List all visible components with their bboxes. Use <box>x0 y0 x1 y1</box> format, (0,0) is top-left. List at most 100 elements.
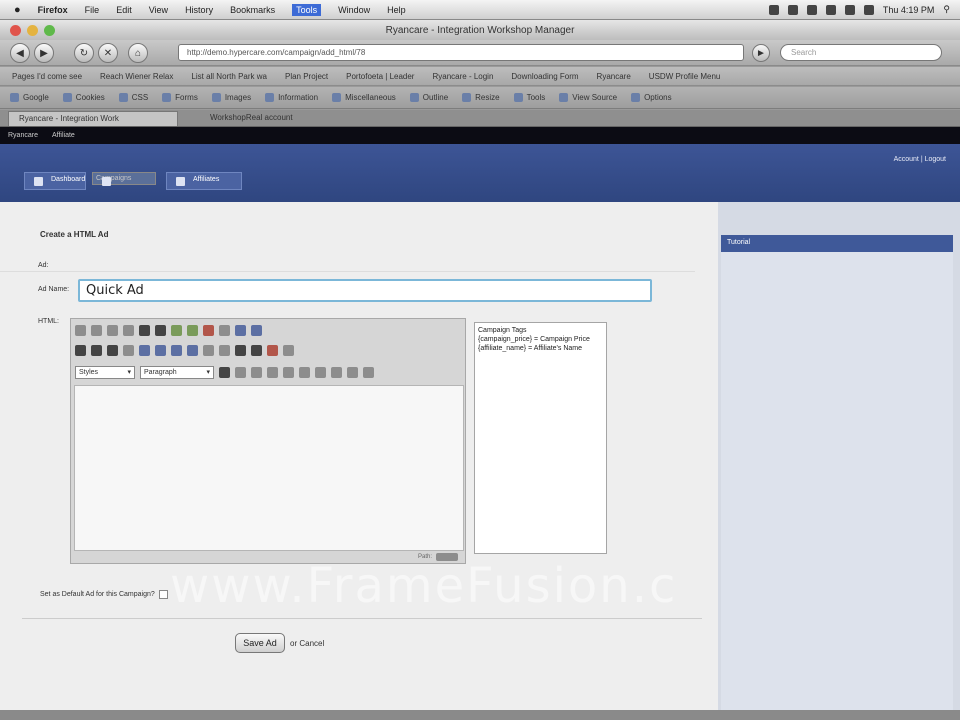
bookmark-item[interactable]: USDW Profile Menu <box>649 72 721 81</box>
forward-button[interactable]: ▶ <box>34 43 54 63</box>
italic-icon[interactable] <box>91 324 102 336</box>
align-right-icon[interactable] <box>171 344 182 356</box>
resize-handle-icon[interactable] <box>436 553 458 561</box>
remove-format-icon[interactable] <box>331 366 342 378</box>
replace-icon[interactable] <box>123 344 134 356</box>
bullet-list-icon[interactable] <box>203 344 214 356</box>
ext-resize[interactable]: Resize <box>462 93 500 102</box>
wifi-icon[interactable] <box>825 4 836 15</box>
menu-edit[interactable]: Edit <box>116 5 132 15</box>
bold-icon[interactable] <box>75 324 86 336</box>
ext-tools[interactable]: Tools <box>513 93 545 102</box>
ext-options[interactable]: Options <box>631 93 672 102</box>
outdent-icon[interactable] <box>235 344 246 356</box>
align-justify-icon[interactable] <box>187 344 198 356</box>
go-button[interactable]: ► <box>752 44 770 62</box>
tag-item[interactable]: {campaign_price} = Campaign Price <box>478 335 603 344</box>
menu-file[interactable]: File <box>85 5 100 15</box>
home-button[interactable]: ⌂ <box>128 43 148 63</box>
ext-information[interactable]: Information <box>265 93 318 102</box>
tag-item[interactable]: {affiliate_name} = Affiliate's Name <box>478 344 603 353</box>
apple-menu-icon[interactable]: ● <box>14 4 21 16</box>
ext-css[interactable]: CSS <box>118 93 148 102</box>
unlink-icon[interactable] <box>283 344 294 356</box>
help-icon[interactable] <box>347 366 358 378</box>
cancel-link[interactable]: Cancel <box>299 639 324 648</box>
ext-outline[interactable]: Outline <box>409 93 448 102</box>
url-bar[interactable]: http://demo.hypercare.com/campaign/add_h… <box>178 44 744 61</box>
strike-icon[interactable] <box>123 324 134 336</box>
ext-view-source[interactable]: View Source <box>559 93 617 102</box>
menu-firefox[interactable]: Firefox <box>38 5 68 15</box>
volume-icon[interactable] <box>844 4 855 15</box>
copy-icon[interactable] <box>155 324 166 336</box>
bookmark-item[interactable]: Ryancare - Login <box>432 72 493 81</box>
styles-select[interactable]: Styles ▾ <box>75 365 135 379</box>
battery-icon[interactable] <box>863 4 874 15</box>
paste-icon[interactable] <box>171 324 182 336</box>
back-button[interactable]: ◀ <box>10 43 30 63</box>
format-select[interactable]: Paragraph ▾ <box>140 365 214 379</box>
ext-images[interactable]: Images <box>211 93 251 102</box>
bookmark-item[interactable]: Reach Wiener Relax <box>100 72 173 81</box>
anchor-icon[interactable] <box>235 366 246 378</box>
menu-tools[interactable]: Tools <box>292 3 322 16</box>
clock[interactable]: Thu 4:19 PM <box>883 5 935 15</box>
superscript-icon[interactable] <box>283 366 294 378</box>
stop-button[interactable]: ✕ <box>98 43 118 63</box>
bluetooth-icon[interactable] <box>806 4 817 15</box>
search-input[interactable]: Search <box>780 44 942 61</box>
default-ad-checkbox[interactable] <box>158 590 168 599</box>
bookmark-item[interactable]: Ryancare <box>597 72 631 81</box>
table-icon[interactable] <box>235 324 246 336</box>
numbered-list-icon[interactable] <box>219 344 230 356</box>
menu-history[interactable]: History <box>185 5 213 15</box>
image-icon[interactable] <box>219 366 230 378</box>
ad-name-input[interactable] <box>78 279 652 302</box>
visual-aid-icon[interactable] <box>315 366 326 378</box>
browser-tab[interactable]: WorkshopReal account <box>200 111 340 126</box>
browser-tab-active[interactable]: Ryancare - Integration Work <box>8 111 178 126</box>
menu-view[interactable]: View <box>149 5 168 15</box>
bookmark-item[interactable]: Pages I'd come see <box>12 72 82 81</box>
source-icon[interactable] <box>251 324 262 336</box>
charmap-icon[interactable] <box>299 366 310 378</box>
save-ad-button[interactable]: Save Ad <box>235 633 285 653</box>
zoom-window-icon[interactable] <box>44 25 55 36</box>
undo-icon[interactable] <box>75 344 86 356</box>
fullscreen-icon[interactable] <box>363 366 374 378</box>
ext-forms[interactable]: Forms <box>162 93 198 102</box>
link-icon[interactable] <box>267 344 278 356</box>
tab-campaigns[interactable]: Campaigns <box>92 172 156 186</box>
menu-bookmarks[interactable]: Bookmarks <box>230 5 275 15</box>
bookmark-item[interactable]: List all North Park wa <box>191 72 267 81</box>
align-left-icon[interactable] <box>139 344 150 356</box>
paste-text-icon[interactable] <box>187 324 198 336</box>
tab-dashboard[interactable]: Dashboard <box>24 172 86 190</box>
menu-window[interactable]: Window <box>338 5 370 15</box>
reload-button[interactable]: ↻ <box>74 43 94 63</box>
cleanup-icon[interactable] <box>251 366 262 378</box>
close-window-icon[interactable] <box>10 25 21 36</box>
bookmark-item[interactable]: Portofoeta | Leader <box>346 72 414 81</box>
sync-icon[interactable] <box>787 4 798 15</box>
find-icon[interactable] <box>107 344 118 356</box>
editor-content-area[interactable] <box>74 385 464 551</box>
underline-icon[interactable] <box>107 324 118 336</box>
redo-icon[interactable] <box>91 344 102 356</box>
minimize-window-icon[interactable] <box>27 25 38 36</box>
menu-help[interactable]: Help <box>387 5 406 15</box>
spotlight-icon[interactable]: ⚲ <box>943 4 950 15</box>
tab-affiliates[interactable]: Affiliates <box>166 172 242 190</box>
bookmark-item[interactable]: Plan Project <box>285 72 328 81</box>
app-brand[interactable]: Ryancare <box>8 132 38 139</box>
user-links[interactable]: Account | Logout <box>894 156 946 163</box>
cut-icon[interactable] <box>139 324 150 336</box>
bookmark-item[interactable]: Downloading Form <box>511 72 578 81</box>
ext-miscellaneous[interactable]: Miscellaneous <box>332 93 396 102</box>
align-center-icon[interactable] <box>155 344 166 356</box>
spellcheck-icon[interactable] <box>203 324 214 336</box>
horizontal-rule-icon[interactable] <box>219 324 230 336</box>
tray-icon[interactable] <box>768 4 779 15</box>
indent-icon[interactable] <box>251 344 262 356</box>
